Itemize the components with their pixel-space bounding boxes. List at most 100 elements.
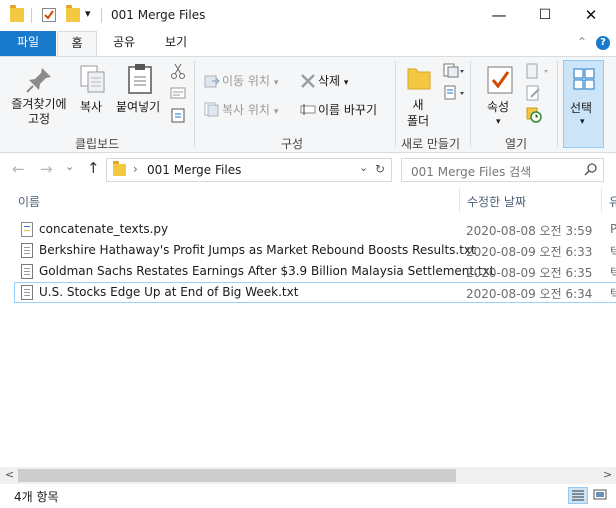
new-group-label: 새로 만들기: [401, 137, 461, 151]
organize-group-label: 구성: [281, 137, 304, 151]
scroll-left-button[interactable]: <: [5, 468, 14, 481]
file-row-selected[interactable]: U.S. Stocks Edge Up at End of Big Week.t…: [14, 282, 616, 303]
select-button[interactable]: 선택 ▾: [563, 60, 604, 148]
folder-icon: [10, 5, 24, 22]
new-folder-button[interactable]: 새 폴더: [404, 97, 432, 129]
python-file-icon: [21, 222, 33, 237]
column-divider[interactable]: [601, 188, 602, 212]
address-bar[interactable]: › 001 Merge Files ⌄ ↻: [106, 158, 392, 182]
properties-icon: [485, 65, 515, 95]
tab-share[interactable]: 공유: [104, 31, 144, 56]
breadcrumb-separator[interactable]: ›: [133, 162, 138, 176]
file-name[interactable]: concatenate_texts.py: [39, 222, 168, 236]
tab-file[interactable]: 파일: [0, 31, 56, 56]
pin-to-quick-access-button[interactable]: 즐겨찾기에 고정: [8, 97, 70, 127]
group-divider: [194, 61, 195, 147]
new-item-icon[interactable]: [443, 63, 464, 79]
status-bar: 4개 항목: [0, 484, 616, 508]
ribbon: 즐겨찾기에 고정 복사 붙여넣기 클립보드 이동 위치 ▾ 복사 위치 ▾ 삭제…: [0, 56, 616, 153]
scrollbar-thumb[interactable]: [18, 469, 456, 482]
file-type: 텍: [610, 287, 616, 301]
folder-icon: [113, 161, 126, 176]
ribbon-tabs: 파일 홈 공유 보기 ⌃ ?: [0, 31, 616, 56]
properties-button[interactable]: 속성: [487, 98, 509, 115]
address-dropdown-icon[interactable]: ⌄: [359, 161, 368, 174]
column-header-modified[interactable]: 수정한 날짜: [467, 193, 526, 210]
rename-icon: [300, 101, 316, 117]
refresh-icon[interactable]: ↻: [375, 162, 385, 176]
new-folder-icon[interactable]: [66, 5, 80, 22]
text-file-icon: [21, 264, 33, 279]
file-type: 텍: [610, 266, 616, 280]
window-title: 001 Merge Files: [111, 8, 206, 22]
move-to-icon: [204, 73, 220, 89]
delete-button[interactable]: 삭제 ▾: [318, 72, 348, 89]
column-divider[interactable]: [459, 188, 460, 212]
open-icon[interactable]: [526, 63, 548, 79]
cut-icon[interactable]: [170, 63, 186, 79]
edit-icon[interactable]: [526, 85, 542, 101]
copy-to-button[interactable]: 복사 위치 ▾: [222, 101, 278, 118]
delete-label: 삭제: [318, 74, 341, 88]
ribbon-collapse-icon[interactable]: ⌃: [572, 31, 592, 56]
select-icon: [572, 67, 596, 91]
select-dropdown-icon: ▾: [580, 117, 585, 127]
file-type: P: [610, 222, 616, 236]
recent-locations-button[interactable]: ⌄: [65, 160, 74, 173]
properties-dropdown-icon[interactable]: ▾: [496, 117, 501, 127]
tab-view[interactable]: 보기: [156, 31, 196, 56]
file-date: 2020-08-09 오전 6:33: [466, 245, 593, 259]
file-row[interactable]: Berkshire Hathaway's Profit Jumps as Mar…: [14, 240, 616, 261]
properties-icon[interactable]: [42, 8, 56, 22]
file-type: 텍: [610, 245, 616, 259]
up-button[interactable]: ↑: [87, 159, 100, 177]
help-icon[interactable]: ?: [596, 36, 610, 50]
group-divider: [470, 61, 471, 147]
paste-icon: [125, 63, 155, 94]
close-button[interactable]: ✕: [568, 0, 614, 31]
search-box[interactable]: 001 Merge Files 검색: [401, 158, 604, 182]
file-date: 2020-08-09 오전 6:35: [466, 266, 593, 280]
text-file-icon: [21, 285, 33, 300]
paste-button[interactable]: 붙여넣기: [116, 98, 160, 115]
pin-icon: [24, 65, 54, 95]
paste-shortcut-icon[interactable]: [170, 107, 186, 123]
qat-dropdown-icon[interactable]: ▾: [85, 7, 91, 20]
item-count: 4개 항목: [14, 490, 59, 504]
move-to-label: 이동 위치: [222, 74, 270, 88]
copy-path-icon[interactable]: [170, 85, 186, 101]
group-divider: [395, 61, 396, 147]
history-icon[interactable]: [526, 107, 542, 123]
search-icon[interactable]: [584, 162, 598, 176]
column-header-name[interactable]: 이름: [18, 193, 40, 210]
clipboard-group-label: 클립보드: [75, 137, 120, 151]
breadcrumb-current[interactable]: 001 Merge Files: [147, 163, 241, 177]
forward-button[interactable]: →: [40, 160, 53, 178]
maximize-button[interactable]: ☐: [522, 0, 568, 31]
file-name[interactable]: Goldman Sachs Restates Earnings After $3…: [39, 264, 494, 278]
minimize-button[interactable]: —: [476, 0, 522, 31]
details-view-icon[interactable]: [568, 487, 588, 504]
copy-button[interactable]: 복사: [80, 98, 102, 115]
back-button[interactable]: ←: [12, 160, 25, 178]
scroll-right-button[interactable]: >: [603, 468, 612, 481]
move-to-button[interactable]: 이동 위치 ▾: [222, 72, 278, 89]
large-icons-view-icon[interactable]: [592, 487, 610, 504]
copy-to-icon: [204, 101, 220, 117]
file-date: 2020-08-08 오전 3:59: [466, 224, 593, 238]
search-input[interactable]: 001 Merge Files 검색: [411, 163, 531, 180]
file-row[interactable]: concatenate_texts.py 2020-08-08 오전 3:59 …: [14, 219, 616, 240]
open-group-label: 열기: [505, 137, 528, 151]
file-date: 2020-08-09 오전 6:34: [466, 287, 593, 301]
title-bar: ▾ 001 Merge Files — ☐ ✕: [0, 0, 616, 31]
divider: [31, 8, 32, 23]
group-divider: [557, 61, 558, 147]
file-name[interactable]: Berkshire Hathaway's Profit Jumps as Mar…: [39, 243, 476, 257]
file-name[interactable]: U.S. Stocks Edge Up at End of Big Week.t…: [39, 285, 298, 299]
file-row[interactable]: Goldman Sachs Restates Earnings After $3…: [14, 261, 616, 282]
text-file-icon: [21, 243, 33, 258]
tab-home[interactable]: 홈: [57, 31, 97, 56]
rename-button[interactable]: 이름 바꾸기: [318, 101, 377, 118]
column-header-type[interactable]: 유: [609, 193, 616, 210]
easy-access-icon[interactable]: [443, 85, 464, 101]
